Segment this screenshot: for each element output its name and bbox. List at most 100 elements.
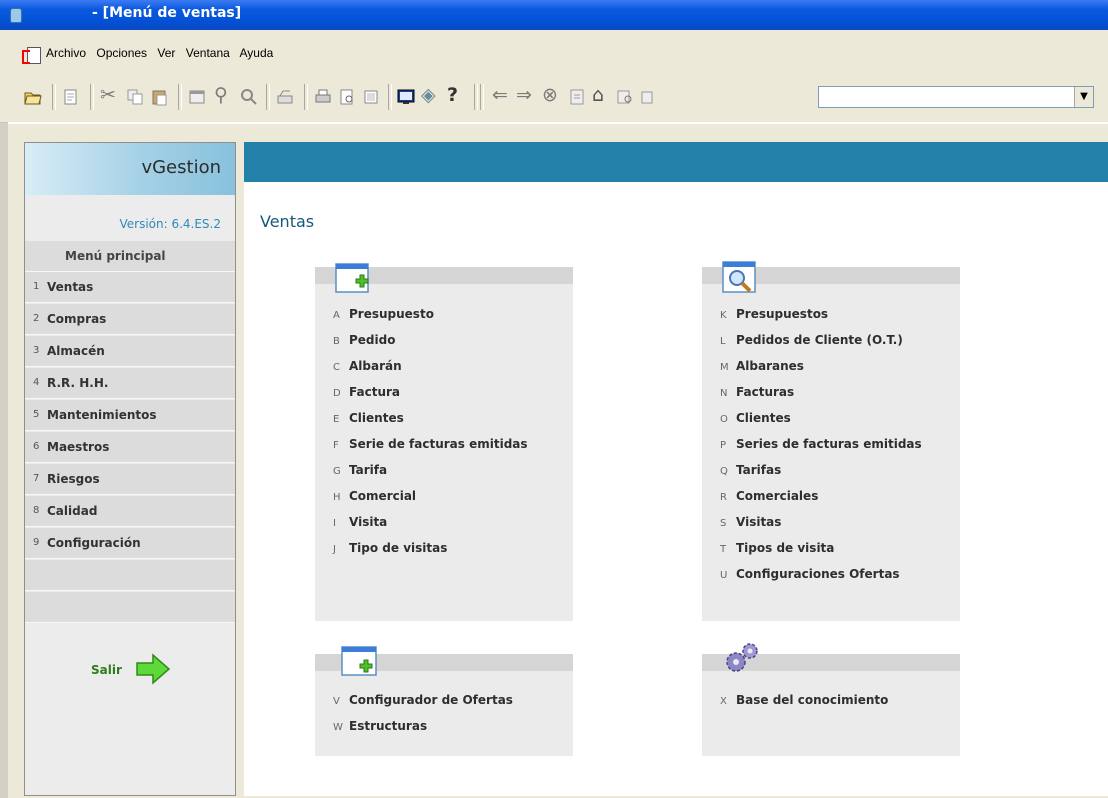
- sidebar-item-number: 9: [33, 537, 40, 548]
- list-item[interactable]: D Factura: [333, 385, 400, 399]
- item-label: Tipo de visitas: [349, 541, 448, 555]
- sidebar-item-almacen[interactable]: 3 Almacén: [25, 336, 235, 367]
- menu-opciones[interactable]: Opciones: [96, 46, 147, 60]
- sidebar-item-rrhh[interactable]: 4 R.R. H.H.: [25, 368, 235, 399]
- tag-icon[interactable]: ◈: [421, 84, 436, 106]
- sidebar-item-compras[interactable]: 2 Compras: [25, 304, 235, 335]
- item-label: Visita: [349, 515, 388, 529]
- print-icon[interactable]: [314, 88, 332, 106]
- refresh-icon[interactable]: [568, 88, 586, 106]
- list-item[interactable]: W Estructuras: [333, 719, 427, 733]
- list-item[interactable]: R Comerciales: [720, 489, 818, 503]
- list-item[interactable]: Q Tarifas: [720, 463, 781, 477]
- list-item[interactable]: I Visita: [333, 515, 387, 529]
- version-label: Versión: 6.4.ES.2: [119, 217, 221, 231]
- list-item[interactable]: L Pedidos de Cliente (O.T.): [720, 333, 903, 347]
- item-shortcut: F: [333, 440, 339, 451]
- list-item[interactable]: S Visitas: [720, 515, 781, 529]
- paste-icon[interactable]: [150, 88, 168, 106]
- open-folder-icon[interactable]: [24, 88, 42, 106]
- item-label: Base del conocimiento: [736, 693, 889, 707]
- list-item[interactable]: C Albarán: [333, 359, 402, 373]
- favorites-icon[interactable]: [640, 88, 654, 106]
- search-web-icon[interactable]: [616, 88, 634, 106]
- item-label: Pedido: [349, 333, 396, 347]
- sidebar-item-label: Configuración: [47, 536, 141, 550]
- new-window-icon: [341, 646, 377, 676]
- menu-ayuda[interactable]: Ayuda: [239, 46, 273, 60]
- item-shortcut: M: [720, 362, 729, 373]
- list-item[interactable]: E Clientes: [333, 411, 404, 425]
- list-item[interactable]: N Facturas: [720, 385, 794, 399]
- home-icon[interactable]: ⌂: [592, 84, 604, 106]
- main-content: Ventas A Presupuesto B Pedido C Albarán D Fa…: [244, 142, 1108, 796]
- scanner-icon[interactable]: [276, 88, 294, 106]
- item-label: Tarifa: [349, 463, 388, 477]
- menu-bar: Archivo Opciones Ver Ventana Ayuda: [0, 30, 1108, 75]
- help-icon[interactable]: ?: [447, 84, 458, 106]
- sidebar-item-label: Compras: [47, 312, 107, 326]
- menu-ver[interactable]: Ver: [157, 46, 175, 60]
- list-item[interactable]: K Presupuestos: [720, 307, 828, 321]
- item-label: Albarán: [349, 359, 402, 373]
- menu-ventana[interactable]: Ventana: [186, 46, 230, 60]
- exit-arrow-icon[interactable]: [135, 653, 171, 685]
- address-combo[interactable]: ▼: [818, 86, 1094, 108]
- list-item[interactable]: H Comercial: [333, 489, 416, 503]
- toolbar-separator: [388, 84, 392, 110]
- list-item[interactable]: F Serie de facturas emitidas: [333, 437, 528, 451]
- window-icon[interactable]: [188, 88, 206, 106]
- sidebar-item-calidad[interactable]: 8 Calidad: [25, 496, 235, 527]
- item-label: Tarifas: [736, 463, 782, 477]
- sidebar-item-label: Mantenimientos: [47, 408, 157, 422]
- page-setup-icon[interactable]: [362, 88, 380, 106]
- item-label: Factura: [349, 385, 400, 399]
- toolbar-separator: [474, 84, 478, 110]
- sidebar-item-ventas[interactable]: 1 Ventas: [25, 272, 235, 303]
- sidebar-item-number: 4: [33, 377, 40, 388]
- list-item[interactable]: P Series de facturas emitidas: [720, 437, 922, 451]
- item-shortcut: E: [333, 414, 340, 425]
- copy-icon[interactable]: [126, 88, 144, 106]
- app-icon[interactable]: [10, 8, 22, 23]
- list-item[interactable]: X Base del conocimiento: [720, 693, 888, 707]
- list-item[interactable]: M Albaranes: [720, 359, 804, 373]
- toolbar-separator: [52, 84, 56, 110]
- sidebar-item-mantenimientos[interactable]: 5 Mantenimientos: [25, 400, 235, 431]
- item-shortcut: G: [333, 466, 341, 477]
- list-item[interactable]: A Presupuesto: [333, 307, 434, 321]
- page-title: Ventas: [260, 212, 315, 231]
- binoculars-icon[interactable]: ⚲: [214, 84, 228, 106]
- list-item[interactable]: U Configuraciones Ofertas: [720, 567, 900, 581]
- chevron-down-icon[interactable]: ▼: [1074, 87, 1093, 107]
- document-icon[interactable]: [22, 47, 41, 64]
- item-label: Comerciales: [736, 489, 819, 503]
- item-shortcut: B: [333, 336, 340, 347]
- sidebar-item-maestros[interactable]: 6 Maestros: [25, 432, 235, 463]
- back-arrow-icon[interactable]: ⇐: [492, 84, 508, 106]
- zoom-icon[interactable]: [240, 88, 258, 106]
- item-shortcut: R: [720, 492, 727, 503]
- stop-icon[interactable]: ⊗: [542, 84, 558, 106]
- list-item[interactable]: G Tarifa: [333, 463, 387, 477]
- title-bar: - [Menú de ventas]: [0, 0, 1108, 30]
- list-item[interactable]: J Tipo de visitas: [333, 541, 447, 555]
- sidebar-item-label: Maestros: [47, 440, 110, 454]
- list-item[interactable]: B Pedido: [333, 333, 395, 347]
- item-shortcut: Q: [720, 466, 728, 477]
- list-item[interactable]: O Clientes: [720, 411, 791, 425]
- sidebar-item-label: Calidad: [47, 504, 98, 518]
- monitor-icon[interactable]: [397, 88, 415, 106]
- exit-label[interactable]: Salir: [91, 663, 122, 677]
- sidebar-item-configuracion[interactable]: 9 Configuración: [25, 528, 235, 559]
- gears-icon: [726, 643, 758, 672]
- menu-archivo[interactable]: Archivo: [46, 46, 86, 60]
- edit-document-icon[interactable]: [62, 88, 80, 106]
- list-item[interactable]: V Configurador de Ofertas: [333, 693, 513, 707]
- print-preview-icon[interactable]: [338, 88, 356, 106]
- list-item[interactable]: T Tipos de visita: [720, 541, 834, 555]
- cut-icon[interactable]: ✂: [100, 84, 116, 106]
- forward-arrow-icon[interactable]: ⇒: [516, 84, 532, 106]
- item-label: Clientes: [736, 411, 791, 425]
- sidebar-item-riesgos[interactable]: 7 Riesgos: [25, 464, 235, 495]
